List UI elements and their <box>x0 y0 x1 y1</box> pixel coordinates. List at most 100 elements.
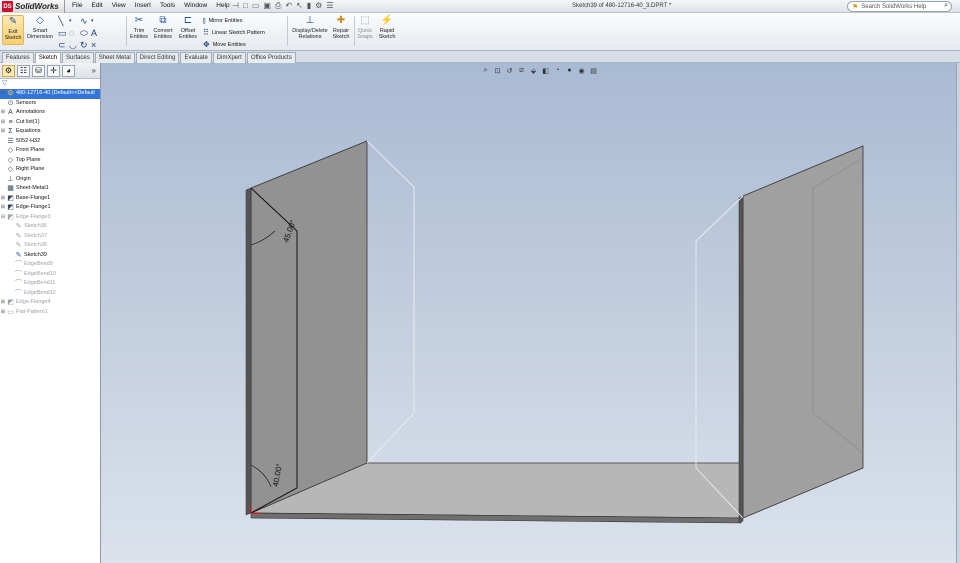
tree-item[interactable]: ⌒ EdgeBend11 <box>0 279 100 289</box>
tree-item[interactable]: ☰ 5052-H32 <box>0 137 100 147</box>
rebuild-icon[interactable]: ▮ <box>307 1 311 11</box>
tab-office-products[interactable]: Office Products <box>246 52 296 63</box>
slot-icon[interactable]: ⊂ <box>58 39 69 51</box>
tree-filter-icon[interactable]: ▽ <box>0 79 100 89</box>
feature-manager-tab-icon[interactable]: ⚙ <box>2 64 15 77</box>
tree-item[interactable]: ▦ Sheet-Metal1 <box>0 184 100 194</box>
more-tabs-icon[interactable]: » <box>92 66 96 75</box>
tree-item[interactable]: ◇ Front Plane <box>0 146 100 156</box>
left-wall-face[interactable] <box>250 140 368 514</box>
save-icon[interactable]: ▣ <box>263 1 271 11</box>
ellipse-icon[interactable]: ⬭ <box>80 27 91 39</box>
menu-file[interactable]: File <box>72 2 82 9</box>
open-folder-icon[interactable]: ▭ <box>252 1 260 11</box>
select-icon[interactable]: ↖ <box>296 1 303 11</box>
smart-dimension-button[interactable]: ◇ Smart Dimension <box>27 15 53 40</box>
repair-sketch-button[interactable]: ✚ Repair Sketch <box>330 15 352 40</box>
quick-snaps-button[interactable]: ⬚ Quick Snaps <box>355 15 375 40</box>
tree-item[interactable]: ⊟ ⚙ 480-12716-40 (Default<<Default <box>0 89 100 99</box>
tab-surfaces[interactable]: Surfaces <box>62 52 94 63</box>
search-input[interactable]: ⚑ Search SolidWorks Help ⌕ <box>847 1 952 12</box>
line-icon[interactable]: ╲ <box>58 15 69 27</box>
tree-item[interactable]: ⊞ ◩ Edge-Flange1 <box>0 203 100 213</box>
tree-item[interactable]: ⊥ Origin <box>0 175 100 185</box>
options-icon[interactable]: ⚙ <box>315 1 322 11</box>
menu-help[interactable]: Help <box>216 2 229 9</box>
circle-icon[interactable]: ◌ <box>69 27 80 39</box>
undo-icon[interactable]: ↶ <box>285 1 292 11</box>
linear-pattern-label: Linear Sketch Pattern <box>211 30 265 36</box>
menu-view[interactable]: View <box>112 2 126 9</box>
solidworks-logo[interactable]: DS SolidWorks <box>1 0 65 13</box>
tree-item[interactable]: ⊟ ◩ Edge-Flange3 <box>0 213 100 223</box>
point-icon[interactable]: × <box>91 39 102 51</box>
tree-item[interactable]: ✎ Sketch36 <box>0 222 100 232</box>
tab-direct-editing[interactable]: Direct Editing <box>135 52 180 63</box>
new-document-icon[interactable]: □ <box>243 1 248 11</box>
spline-icon[interactable]: ∿ <box>80 15 91 27</box>
tree-item[interactable]: ⊞ Σ Equations <box>0 127 100 137</box>
tree-item[interactable]: ⌒ EdgeBend12 <box>0 289 100 299</box>
dimxpert-manager-tab-icon[interactable]: ✛ <box>47 64 60 77</box>
fillet-icon[interactable]: ↻ <box>80 39 91 51</box>
tree-item[interactable]: ✎ Sketch38 <box>0 241 100 251</box>
menu-edit[interactable]: Edit <box>91 2 102 9</box>
quick-snaps-label: Quick Snaps <box>357 28 373 40</box>
flange-icon: ◩ <box>7 204 14 211</box>
menu-insert[interactable]: Insert <box>135 2 151 9</box>
exit-sketch-button[interactable]: ✎ Exit Sketch <box>2 15 24 45</box>
left-wall-thickness <box>245 187 252 516</box>
magnifier-icon[interactable]: ⌕ <box>944 2 948 10</box>
right-wall-face[interactable] <box>742 145 864 519</box>
tree-item-label: Base-Flange1 <box>16 194 51 201</box>
dropdown-icon[interactable]: ▾ <box>91 15 102 27</box>
flange-icon: ◩ <box>7 194 14 202</box>
display-delete-relations-button[interactable]: ⊥ Display/Delete Relations <box>290 15 330 40</box>
bend-icon: ⌒ <box>15 280 22 287</box>
tab-sketch[interactable]: Sketch <box>34 52 62 63</box>
tree-item[interactable]: ⌒ EdgeBend10 <box>0 270 100 280</box>
text-icon[interactable]: A <box>91 27 102 39</box>
graphics-viewport[interactable]: ⌕ ⊡ ↺ ⧄ ⬙ ◧ ◔ ● ◉ ▤ 45.00° 40.00° <box>101 63 960 563</box>
rectangle-icon[interactable]: ▭ <box>58 27 69 39</box>
sketch-icon: ✎ <box>15 223 22 230</box>
separator <box>287 16 288 46</box>
tab-evaluate[interactable]: Evaluate <box>180 52 212 63</box>
customize-icon[interactable]: ☰ <box>326 1 333 11</box>
tree-item[interactable]: ⊞ A Annotations <box>0 108 100 118</box>
tree-item[interactable]: ✎ Sketch39 <box>0 251 100 261</box>
pin-icon[interactable]: ⊣ <box>232 1 239 11</box>
linear-pattern-button[interactable]: ⠿ Linear Sketch Pattern <box>203 27 265 39</box>
tree-item[interactable]: ◇ Top Plane <box>0 156 100 166</box>
tree-item[interactable]: ◇ Right Plane <box>0 165 100 175</box>
tree-item[interactable]: ⊞ ◩ Edge-Flange4 <box>0 298 100 308</box>
display-delete-relations-label: Display/Delete Relations <box>292 28 328 40</box>
arc-icon[interactable]: ◡ <box>69 39 80 51</box>
mirror-entities-button[interactable]: ⫾ Mirror Entities <box>203 15 265 27</box>
sketch-tools-grid: ╲ ▾ ∿ ▾ ▭ ◌ ⬭ A ⊂ ◡ ↻ × <box>58 15 102 51</box>
tree-item[interactable]: ✎ Sketch37 <box>0 232 100 242</box>
tree-item[interactable]: ⌒ EdgeBend9 <box>0 260 100 270</box>
tree-item[interactable]: ⊞ ▭ Flat-Pattern1 <box>0 308 100 318</box>
menu-tools[interactable]: Tools <box>160 2 175 9</box>
menu-window[interactable]: Window <box>184 2 207 9</box>
rapid-sketch-button[interactable]: ⚡ Rapid Sketch <box>376 15 398 40</box>
tab-dimxpert[interactable]: DimXpert <box>212 52 246 63</box>
move-entities-button[interactable]: ✥ Move Entities <box>203 39 265 51</box>
viewport-edge-handle[interactable] <box>956 63 960 563</box>
dropdown-icon[interactable]: ▾ <box>69 15 80 27</box>
tab-sheet-metal[interactable]: Sheet Metal <box>94 52 135 63</box>
property-manager-tab-icon[interactable]: ☷ <box>17 64 30 77</box>
sheet-metal-model[interactable]: 45.00° 40.00° <box>101 63 960 563</box>
tree-item[interactable]: ⊞ ≡ Cut list(1) <box>0 118 100 128</box>
tree-item[interactable]: ⊞ ◩ Base-Flange1 <box>0 194 100 204</box>
offset-entities-button[interactable]: ⊏ Offset Entities <box>177 15 199 40</box>
tab-features[interactable]: Features <box>2 52 34 63</box>
display-manager-tab-icon[interactable]: ◕ <box>62 64 75 77</box>
print-icon[interactable]: ⎙ <box>275 1 281 11</box>
configuration-manager-tab-icon[interactable]: ⛁ <box>32 64 45 77</box>
convert-entities-button[interactable]: ⧉ Convert Entities <box>151 15 175 40</box>
convert-entities-label: Convert Entities <box>153 28 173 40</box>
trim-entities-button[interactable]: ✂ Trim Entities <box>129 15 149 40</box>
tree-item[interactable]: ⊙ Sensors <box>0 99 100 109</box>
